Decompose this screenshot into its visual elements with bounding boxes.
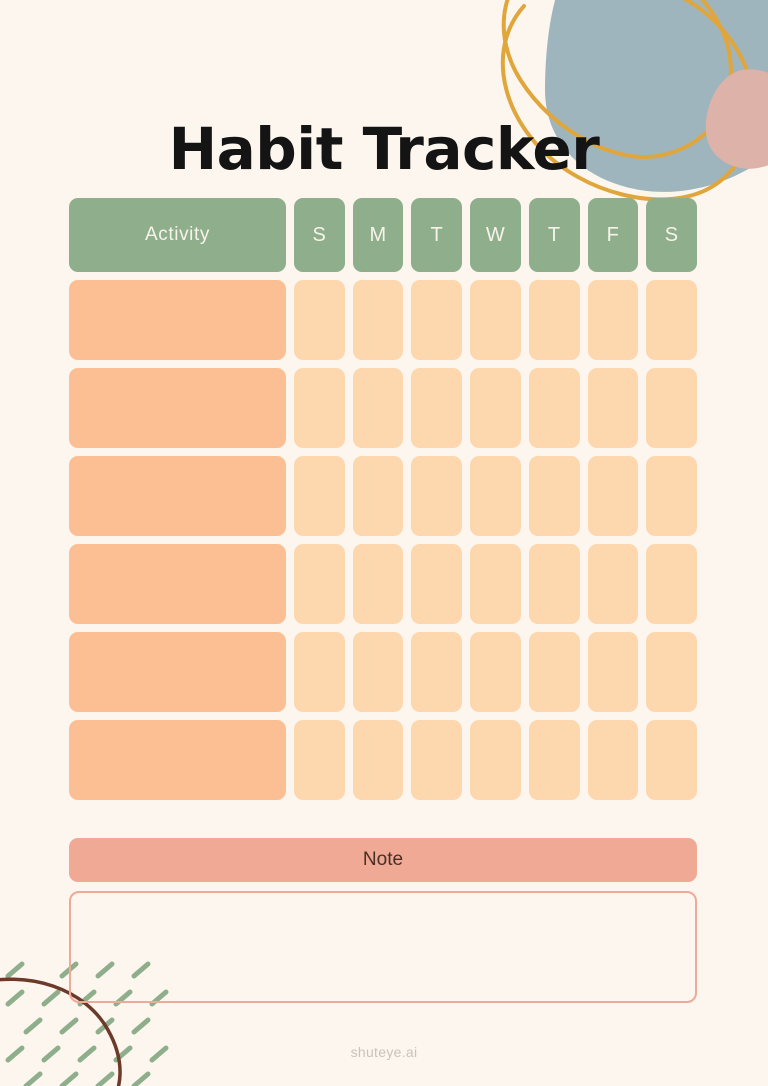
habit-check-cell[interactable] xyxy=(411,544,463,624)
habit-check-cell[interactable] xyxy=(294,544,345,624)
habit-check-cell[interactable] xyxy=(470,368,521,448)
header-cell-day-monday: M xyxy=(352,198,404,272)
note-input-area[interactable] xyxy=(69,891,697,1003)
table-row xyxy=(69,456,698,536)
table-row xyxy=(69,632,698,712)
header-cell-day-tuesday: T xyxy=(411,198,463,272)
habit-check-cell[interactable] xyxy=(470,720,521,800)
habit-check-cell[interactable] xyxy=(646,632,698,712)
activity-input-cell[interactable] xyxy=(69,456,286,536)
habit-check-cell[interactable] xyxy=(411,632,463,712)
habit-check-cell[interactable] xyxy=(587,280,639,360)
habit-check-cell[interactable] xyxy=(528,720,580,800)
habit-check-cell[interactable] xyxy=(352,632,404,712)
activity-input-cell[interactable] xyxy=(69,544,286,624)
habit-check-cell[interactable] xyxy=(470,544,521,624)
header-cell-day-saturday: S xyxy=(646,198,698,272)
habit-check-cell[interactable] xyxy=(294,280,345,360)
page-title: Habit Tracker xyxy=(168,114,600,183)
habit-check-cell[interactable] xyxy=(528,368,580,448)
habit-check-cell[interactable] xyxy=(411,720,463,800)
habit-check-cell[interactable] xyxy=(470,280,521,360)
habit-check-cell[interactable] xyxy=(587,456,639,536)
day-label-wednesday: W xyxy=(485,223,506,246)
day-label-tuesday: T xyxy=(430,223,444,246)
habit-check-cell[interactable] xyxy=(411,456,463,536)
habit-check-cell[interactable] xyxy=(646,720,698,800)
day-label-friday: F xyxy=(606,223,620,246)
habit-check-cell[interactable] xyxy=(352,456,404,536)
table-row xyxy=(69,720,698,800)
habit-check-cell[interactable] xyxy=(411,368,463,448)
activity-input-cell[interactable] xyxy=(69,632,286,712)
habit-check-cell[interactable] xyxy=(294,632,345,712)
habit-check-cell[interactable] xyxy=(352,280,404,360)
habit-check-cell[interactable] xyxy=(470,456,521,536)
habit-check-cell[interactable] xyxy=(294,456,345,536)
table-row xyxy=(69,368,698,448)
note-header-bar: Note xyxy=(69,838,697,882)
day-label-monday: M xyxy=(369,223,387,246)
habit-tracker-grid: Activity S M T W T F S xyxy=(69,198,698,808)
header-cell-day-sunday: S xyxy=(294,198,345,272)
day-label-sunday: S xyxy=(312,223,327,246)
activity-column-label: Activity xyxy=(145,224,210,245)
watermark: shuteye.ai xyxy=(350,1044,418,1060)
habit-check-cell[interactable] xyxy=(528,280,580,360)
habit-check-cell[interactable] xyxy=(528,456,580,536)
table-row xyxy=(69,544,698,624)
note-label: Note xyxy=(362,849,404,870)
habit-check-cell[interactable] xyxy=(646,456,698,536)
table-row xyxy=(69,280,698,360)
activity-input-cell[interactable] xyxy=(69,720,286,800)
habit-check-cell[interactable] xyxy=(646,280,698,360)
habit-check-cell[interactable] xyxy=(646,368,698,448)
habit-check-cell[interactable] xyxy=(470,632,521,712)
header-cell-day-friday: F xyxy=(587,198,639,272)
habit-check-cell[interactable] xyxy=(294,720,345,800)
habit-check-cell[interactable] xyxy=(587,368,639,448)
header-cell-day-wednesday: W xyxy=(470,198,521,272)
habit-check-cell[interactable] xyxy=(587,544,639,624)
habit-check-cell[interactable] xyxy=(352,720,404,800)
habit-check-cell[interactable] xyxy=(411,280,463,360)
habit-check-cell[interactable] xyxy=(646,544,698,624)
habit-check-cell[interactable] xyxy=(528,632,580,712)
habit-check-cell[interactable] xyxy=(352,368,404,448)
habit-check-cell[interactable] xyxy=(587,720,639,800)
header-cell-day-thursday: T xyxy=(528,198,580,272)
tracker-header-row: Activity S M T W T F S xyxy=(69,198,698,272)
day-label-thursday: T xyxy=(547,223,561,246)
day-label-saturday: S xyxy=(664,223,679,246)
activity-input-cell[interactable] xyxy=(69,368,286,448)
activity-input-cell[interactable] xyxy=(69,280,286,360)
habit-check-cell[interactable] xyxy=(528,544,580,624)
header-cell-activity: Activity xyxy=(69,198,286,272)
habit-check-cell[interactable] xyxy=(352,544,404,624)
habit-tracker-page: Habit Tracker Activity S M T W T F S Not… xyxy=(0,0,768,1086)
habit-check-cell[interactable] xyxy=(294,368,345,448)
habit-check-cell[interactable] xyxy=(587,632,639,712)
